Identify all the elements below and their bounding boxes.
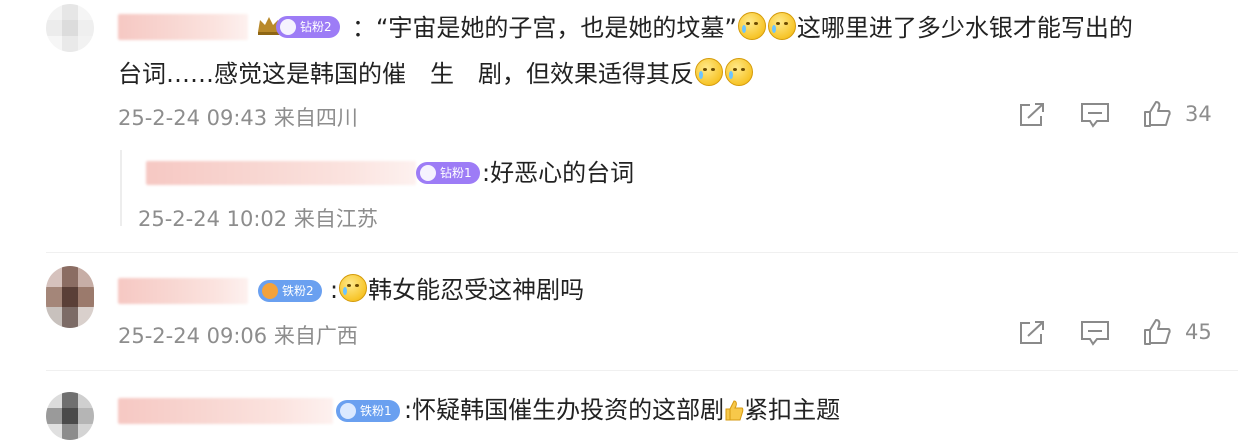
username[interactable] (118, 398, 333, 424)
location: 来自江苏 (293, 207, 378, 231)
comment-text: : 韩女能忍受这神剧吗 (330, 274, 585, 304)
comment-button[interactable] (1080, 320, 1110, 346)
share-button[interactable] (1018, 102, 1046, 128)
fan-badge[interactable]: 钻粉2 (276, 16, 340, 38)
iron-icon (340, 403, 356, 419)
diamond-icon (420, 165, 436, 181)
fan-badge[interactable]: 铁粉2 (258, 280, 322, 302)
avatar[interactable] (46, 4, 94, 52)
iron-icon (262, 283, 278, 299)
cry-emoji (695, 58, 723, 86)
fan-badge[interactable]: 铁粉1 (336, 400, 400, 422)
fan-badge[interactable]: 钻粉1 (416, 162, 480, 184)
comment-text: ：“宇宙是她的子宫，也是她的坟墓” 这哪里进了多少水银才能写出的 (352, 12, 1133, 42)
thumbs-up-emoji (725, 400, 744, 421)
comment-meta: 25-2-24 09:43 来自四川 (118, 102, 358, 132)
avatar[interactable] (46, 392, 94, 440)
timestamp: 25-2-24 09:06 (118, 324, 268, 348)
comment-text: :怀疑韩国催生办投资的这部剧 紧扣主题 (404, 396, 841, 424)
like-count: 34 (1185, 102, 1212, 126)
reply-indent-bar (120, 150, 122, 226)
location: 来自广西 (273, 324, 358, 348)
like-icon (1144, 319, 1171, 345)
timestamp: 25-2-24 10:02 (138, 207, 288, 231)
comment-text-line2: 台词……感觉这是韩国的催 生 剧，但效果适得其反 (118, 58, 754, 90)
comment-meta: 25-2-24 09:06 来自广西 (118, 320, 358, 350)
cry-emoji (767, 12, 796, 40)
avatar[interactable] (46, 266, 94, 328)
cry-emoji (737, 12, 766, 40)
share-button[interactable] (1018, 320, 1046, 346)
reply-username[interactable] (146, 161, 416, 185)
like-count: 45 (1185, 320, 1212, 344)
share-icon (1020, 103, 1044, 126)
diamond-icon (280, 19, 296, 35)
username[interactable] (118, 14, 248, 40)
reply-text: :好恶心的台词 (482, 159, 635, 187)
like-button[interactable]: 45 (1143, 318, 1212, 346)
comment-button[interactable] (1080, 102, 1110, 128)
like-icon (1144, 101, 1171, 127)
comment-icon (1081, 103, 1109, 128)
cry-emoji (339, 274, 368, 302)
share-icon (1020, 321, 1044, 344)
divider (46, 252, 1238, 253)
reply-meta: 25-2-24 10:02 来自江苏 (138, 203, 378, 233)
comment-icon (1081, 321, 1109, 346)
location: 来自四川 (273, 106, 358, 130)
cry-emoji (725, 58, 753, 86)
like-button[interactable]: 34 (1143, 100, 1212, 128)
divider (46, 370, 1238, 371)
username[interactable] (118, 278, 248, 304)
timestamp: 25-2-24 09:43 (118, 106, 268, 130)
